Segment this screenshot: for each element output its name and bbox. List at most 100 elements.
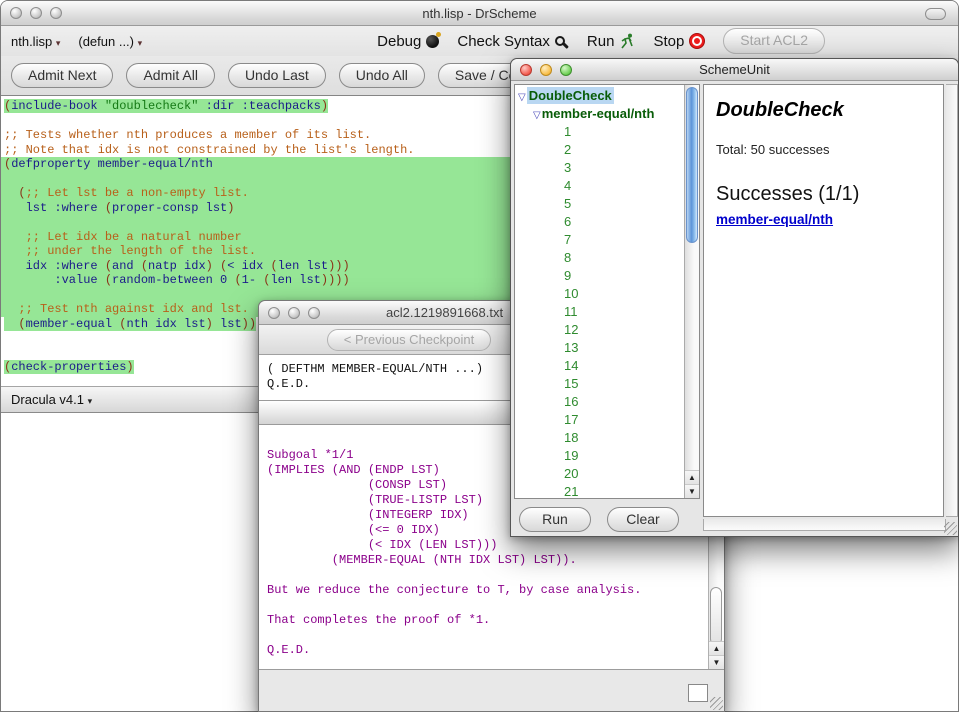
tree-item-case[interactable]: 13: [518, 339, 684, 357]
language-label: Dracula v4.1: [11, 392, 84, 407]
success-link[interactable]: member-equal/nth: [716, 212, 833, 227]
output-line: [267, 628, 700, 643]
undo-last-button[interactable]: Undo Last: [228, 63, 326, 88]
stop-label: Stop: [653, 33, 684, 50]
tree-item-case[interactable]: 12: [518, 321, 684, 339]
scroll-down-button[interactable]: ▼: [685, 484, 699, 498]
defun-popup-label: (defun ...): [78, 34, 134, 49]
check-syntax-button[interactable]: Check Syntax: [457, 33, 569, 50]
run-label: Run: [587, 33, 615, 50]
close-button[interactable]: [520, 64, 532, 76]
tree-item-member-equal-nth[interactable]: ▽member-equal/nth: [518, 105, 684, 123]
output-line: That completes the proof of *1.: [267, 613, 700, 628]
schemeunit-window-title: SchemeUnit: [511, 62, 958, 77]
run-tests-button[interactable]: Run: [519, 507, 591, 532]
file-popup-label: nth.lisp: [11, 34, 52, 49]
start-acl2-button[interactable]: Start ACL2: [723, 28, 825, 53]
tree-item-case[interactable]: 21: [518, 483, 684, 499]
admit-all-button[interactable]: Admit All: [126, 63, 214, 88]
traffic-lights: [268, 307, 320, 319]
chevron-down-icon: ▾: [56, 38, 61, 48]
tree-item-doublecheck[interactable]: ▽DoubleCheck: [518, 87, 684, 105]
results-vertical-scrollbar[interactable]: [946, 84, 958, 517]
tree-item-case[interactable]: 8: [518, 249, 684, 267]
tree-item-case[interactable]: 9: [518, 267, 684, 285]
size-box[interactable]: [688, 684, 708, 702]
results-horizontal-scrollbar[interactable]: [703, 519, 946, 531]
zoom-button[interactable]: [560, 64, 572, 76]
tree-item-case[interactable]: 3: [518, 159, 684, 177]
minimize-button[interactable]: [288, 307, 300, 319]
minimize-button[interactable]: [540, 64, 552, 76]
tree-item-case[interactable]: 7: [518, 231, 684, 249]
file-popup-menu[interactable]: nth.lisp ▾: [11, 34, 60, 49]
resize-grip[interactable]: [710, 697, 723, 710]
tree-item-case[interactable]: 5: [518, 195, 684, 213]
traffic-lights: [10, 7, 62, 19]
tree-item-case[interactable]: 4: [518, 177, 684, 195]
tree-item-case[interactable]: 17: [518, 411, 684, 429]
tree-item-case[interactable]: 11: [518, 303, 684, 321]
test-tree-pane[interactable]: ▽DoubleCheck ▽member-equal/nth 123456789…: [514, 84, 700, 499]
scroll-down-button[interactable]: ▼: [709, 655, 724, 669]
scroll-up-button[interactable]: ▲: [685, 470, 699, 484]
close-button[interactable]: [268, 307, 280, 319]
language-popup-menu[interactable]: Dracula v4.1 ▾: [11, 392, 92, 407]
tree-item-label: DoubleCheck: [527, 87, 614, 104]
output-line: But we reduce the conjecture to T, by ca…: [267, 583, 700, 598]
undo-all-button[interactable]: Undo All: [339, 63, 425, 88]
run-button[interactable]: Run: [587, 33, 636, 50]
clear-button[interactable]: Clear: [607, 507, 679, 532]
schemeunit-window: SchemeUnit ▽DoubleCheck ▽member-equal/nt…: [510, 58, 959, 537]
scrollbar-thumb[interactable]: [710, 587, 722, 645]
tree-item-case[interactable]: 1: [518, 123, 684, 141]
zoom-button[interactable]: [308, 307, 320, 319]
main-window-title: nth.lisp - DrScheme: [1, 6, 958, 21]
scrollbar-thumb[interactable]: [686, 87, 698, 243]
stop-icon: [689, 33, 705, 49]
minimize-button[interactable]: [30, 7, 42, 19]
results-total: Total: 50 successes: [716, 142, 931, 157]
resize-grip[interactable]: [944, 522, 957, 535]
check-syntax-label: Check Syntax: [457, 33, 550, 50]
schemeunit-titlebar[interactable]: SchemeUnit: [511, 59, 958, 81]
scroll-up-button[interactable]: ▲: [709, 641, 724, 655]
bomb-icon: [426, 35, 439, 48]
results-pane[interactable]: DoubleCheck Total: 50 successes Successe…: [703, 84, 944, 517]
close-button[interactable]: [10, 7, 22, 19]
previous-checkpoint-button[interactable]: < Previous Checkpoint: [327, 329, 491, 351]
tree-item-case[interactable]: 14: [518, 357, 684, 375]
zoom-button[interactable]: [50, 7, 62, 19]
magnifier-icon: [555, 36, 565, 46]
tree-item-case[interactable]: 20: [518, 465, 684, 483]
output-line: Q.E.D.: [267, 643, 700, 658]
stop-button[interactable]: Stop: [653, 33, 705, 50]
tree-item-case[interactable]: 2: [518, 141, 684, 159]
tree-item-case[interactable]: 10: [518, 285, 684, 303]
acl2-bottom-bar: [259, 669, 724, 711]
results-heading: DoubleCheck: [716, 99, 931, 122]
chevron-down-icon: ▾: [88, 396, 93, 406]
tree-item-case[interactable]: 19: [518, 447, 684, 465]
output-line: (MEMBER-EQUAL (NTH IDX LST) LST)).: [267, 553, 700, 568]
defun-popup-menu[interactable]: (defun ...) ▾: [78, 34, 142, 49]
debug-label: Debug: [377, 33, 421, 50]
chevron-down-icon: ▾: [138, 38, 143, 48]
tree-item-case[interactable]: 16: [518, 393, 684, 411]
output-line: [267, 598, 700, 613]
output-line: (< IDX (LEN LST))): [267, 538, 700, 553]
tree-item-case[interactable]: 6: [518, 213, 684, 231]
output-line: [267, 568, 700, 583]
tree-scrollbar[interactable]: ▲ ▼: [684, 85, 699, 498]
disclosure-triangle-icon[interactable]: ▽: [518, 92, 526, 103]
tree-item-case[interactable]: 18: [518, 429, 684, 447]
traffic-lights: [520, 64, 572, 76]
toolbar-toggle-button[interactable]: [925, 8, 946, 20]
main-titlebar[interactable]: nth.lisp - DrScheme: [1, 1, 958, 26]
admit-next-button[interactable]: Admit Next: [11, 63, 113, 88]
runner-icon: [619, 33, 635, 49]
debug-button[interactable]: Debug: [377, 33, 439, 50]
disclosure-triangle-icon[interactable]: ▽: [533, 110, 541, 121]
main-toolbar: nth.lisp ▾ (defun ...) ▾ Debug Check Syn…: [1, 26, 958, 56]
tree-item-case[interactable]: 15: [518, 375, 684, 393]
